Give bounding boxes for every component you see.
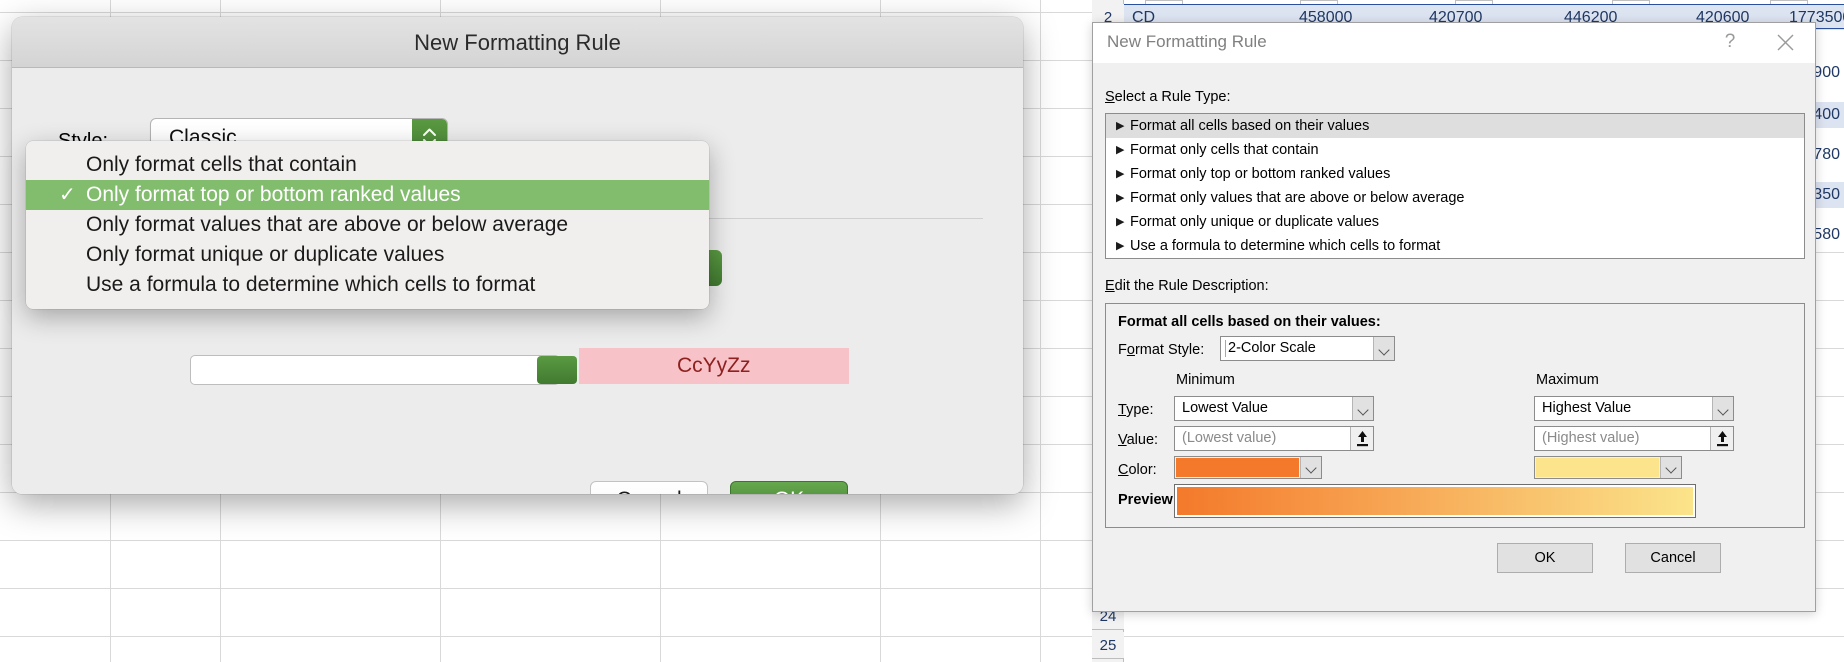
dialog-body: Select a Rule Type: ▶ Format all cells ba… bbox=[1093, 63, 1815, 611]
format-style-label: Format Style: bbox=[1118, 342, 1205, 358]
close-icon[interactable] bbox=[1769, 29, 1801, 55]
maximum-column-header: Maximum bbox=[1536, 372, 1599, 388]
menu-item-label: Only format values that are above or bel… bbox=[86, 213, 569, 236]
minimum-color-swatch bbox=[1176, 458, 1299, 477]
format-popup-stepper[interactable] bbox=[537, 356, 577, 384]
rule-type-item-format-all-cells[interactable]: ▶ Format all cells based on their values bbox=[1106, 114, 1804, 138]
maximum-value-placeholder: (Highest value) bbox=[1542, 430, 1640, 446]
dialog-titlebar: New Formatting Rule ? bbox=[1093, 23, 1815, 63]
new-formatting-rule-dialog-windows: New Formatting Rule ? Select a Rule Type… bbox=[1092, 22, 1816, 612]
minimum-value-placeholder: (Lowest value) bbox=[1182, 430, 1277, 446]
sheet-cell-value: 400 bbox=[1813, 106, 1840, 123]
help-icon[interactable]: ? bbox=[1717, 29, 1743, 55]
rule-type-item-above-or-below-average[interactable]: ▶ Format only values that are above or be… bbox=[1106, 186, 1804, 210]
ok-button[interactable]: OK bbox=[1497, 543, 1593, 573]
cancel-button[interactable]: Cancel bbox=[1625, 543, 1721, 573]
text-caret bbox=[1225, 340, 1226, 357]
maximum-color-swatch bbox=[1536, 458, 1659, 477]
minimum-color-picker[interactable] bbox=[1174, 456, 1322, 479]
chevron-down-icon[interactable] bbox=[1352, 397, 1373, 420]
maximum-value-input[interactable]: (Highest value) bbox=[1534, 426, 1734, 451]
row-header-cell[interactable]: 25 bbox=[1092, 632, 1124, 659]
rule-type-list[interactable]: ▶ Format all cells based on their values … bbox=[1105, 113, 1805, 259]
dialog-titlebar: New Formatting Rule bbox=[12, 17, 1023, 68]
chevron-down-icon[interactable] bbox=[1300, 457, 1321, 478]
rule-description-heading: Format all cells based on their values: bbox=[1118, 314, 1381, 330]
rule-type-item-top-or-bottom-ranked[interactable]: ▶ Format only top or bottom ranked values bbox=[1106, 162, 1804, 186]
range-picker-icon[interactable] bbox=[1350, 427, 1373, 450]
check-icon: ✓ bbox=[59, 184, 76, 206]
menu-item-label: Only format top or bottom ranked values bbox=[86, 183, 461, 206]
format-style-value: 2-Color Scale bbox=[1228, 340, 1316, 356]
screen-root: 1773500 900 400 780 350 580 CD 458000 42… bbox=[0, 0, 1844, 662]
minimum-value-input[interactable]: (Lowest value) bbox=[1174, 426, 1374, 451]
rule-type-label: Format only top or bottom ranked values bbox=[1130, 166, 1391, 182]
chevron-down-icon[interactable] bbox=[1373, 337, 1394, 360]
menu-item-only-format-top-or-bottom-ranked[interactable]: ✓ Only format top or bottom ranked value… bbox=[26, 180, 709, 210]
menu-item-label: Only format cells that contain bbox=[86, 153, 357, 176]
rule-type-item-format-only-cells-contain[interactable]: ▶ Format only cells that contain bbox=[1106, 138, 1804, 162]
preview-box bbox=[1174, 484, 1696, 518]
edit-rule-description-label: Edit the Rule Description: bbox=[1105, 278, 1269, 294]
list-bullet-icon: ▶ bbox=[1116, 168, 1125, 180]
list-bullet-icon: ▶ bbox=[1116, 216, 1125, 228]
rule-type-label: Format only values that are above or bel… bbox=[1130, 190, 1465, 206]
minimum-type-select[interactable]: Lowest Value bbox=[1174, 396, 1374, 421]
chevron-down-icon[interactable] bbox=[1712, 397, 1733, 420]
rule-type-label: Format all cells based on their values bbox=[1130, 118, 1370, 134]
format-preview-swatch: CcYyZz bbox=[579, 348, 849, 384]
rule-type-item-unique-or-duplicate[interactable]: ▶ Format only unique or duplicate values bbox=[1106, 210, 1804, 234]
rule-type-label: Format only unique or duplicate values bbox=[1130, 214, 1380, 230]
sheet-cell-value: 580 bbox=[1813, 226, 1840, 243]
maximum-color-picker[interactable] bbox=[1534, 456, 1682, 479]
chevron-down-icon[interactable] bbox=[1660, 457, 1681, 478]
sheet-cell-value: 350 bbox=[1813, 186, 1840, 203]
grid-line-vertical bbox=[1040, 0, 1041, 662]
range-picker-icon[interactable] bbox=[1710, 427, 1733, 450]
rule-type-label: Use a formula to determine which cells t… bbox=[1130, 238, 1441, 254]
menu-item-label: Use a formula to determine which cells t… bbox=[86, 273, 536, 296]
menu-item-use-a-formula[interactable]: Use a formula to determine which cells t… bbox=[26, 270, 709, 300]
rule-type-item-use-a-formula[interactable]: ▶ Use a formula to determine which cells … bbox=[1106, 234, 1804, 258]
sheet-cell-value: 780 bbox=[1813, 146, 1840, 163]
menu-item-only-format-unique-or-duplicate[interactable]: Only format unique or duplicate values bbox=[26, 240, 709, 270]
type-label: Type: bbox=[1118, 402, 1154, 418]
menu-item-label: Only format unique or duplicate values bbox=[86, 243, 445, 266]
list-bullet-icon: ▶ bbox=[1116, 120, 1125, 132]
list-bullet-icon: ▶ bbox=[1116, 144, 1125, 156]
rule-type-dropdown-menu[interactable]: Only format cells that contain ✓ Only fo… bbox=[26, 141, 709, 309]
color-label: Color: bbox=[1118, 462, 1157, 478]
list-bullet-icon: ▶ bbox=[1116, 240, 1125, 252]
menu-item-only-format-above-or-below-average[interactable]: Only format values that are above or bel… bbox=[26, 210, 709, 240]
rule-value-input[interactable] bbox=[190, 355, 560, 385]
menu-item-only-format-cells-contain[interactable]: Only format cells that contain bbox=[26, 150, 709, 180]
format-style-select[interactable]: 2-Color Scale bbox=[1220, 336, 1395, 361]
rule-description-panel: Format all cells based on their values: … bbox=[1105, 303, 1805, 528]
dialog-title: New Formatting Rule bbox=[414, 30, 621, 55]
value-label: Value: bbox=[1118, 432, 1159, 448]
preview-gradient bbox=[1177, 487, 1693, 515]
sheet-cell-value: 900 bbox=[1813, 64, 1840, 81]
minimum-type-value: Lowest Value bbox=[1182, 400, 1268, 416]
cancel-button[interactable]: Cancel bbox=[590, 481, 708, 494]
maximum-type-value: Highest Value bbox=[1542, 400, 1632, 416]
preview-label: Preview: bbox=[1118, 492, 1178, 508]
ok-button[interactable]: OK bbox=[730, 481, 848, 494]
maximum-type-select[interactable]: Highest Value bbox=[1534, 396, 1734, 421]
dialog-title: New Formatting Rule bbox=[1107, 32, 1267, 51]
grid-line-horizontal bbox=[0, 636, 1844, 637]
minimum-column-header: Minimum bbox=[1176, 372, 1235, 388]
format-preview-text: CcYyZz bbox=[677, 354, 751, 377]
rule-type-label: Format only cells that contain bbox=[1130, 142, 1319, 158]
list-bullet-icon: ▶ bbox=[1116, 192, 1125, 204]
select-rule-type-label: Select a Rule Type: bbox=[1105, 89, 1231, 105]
